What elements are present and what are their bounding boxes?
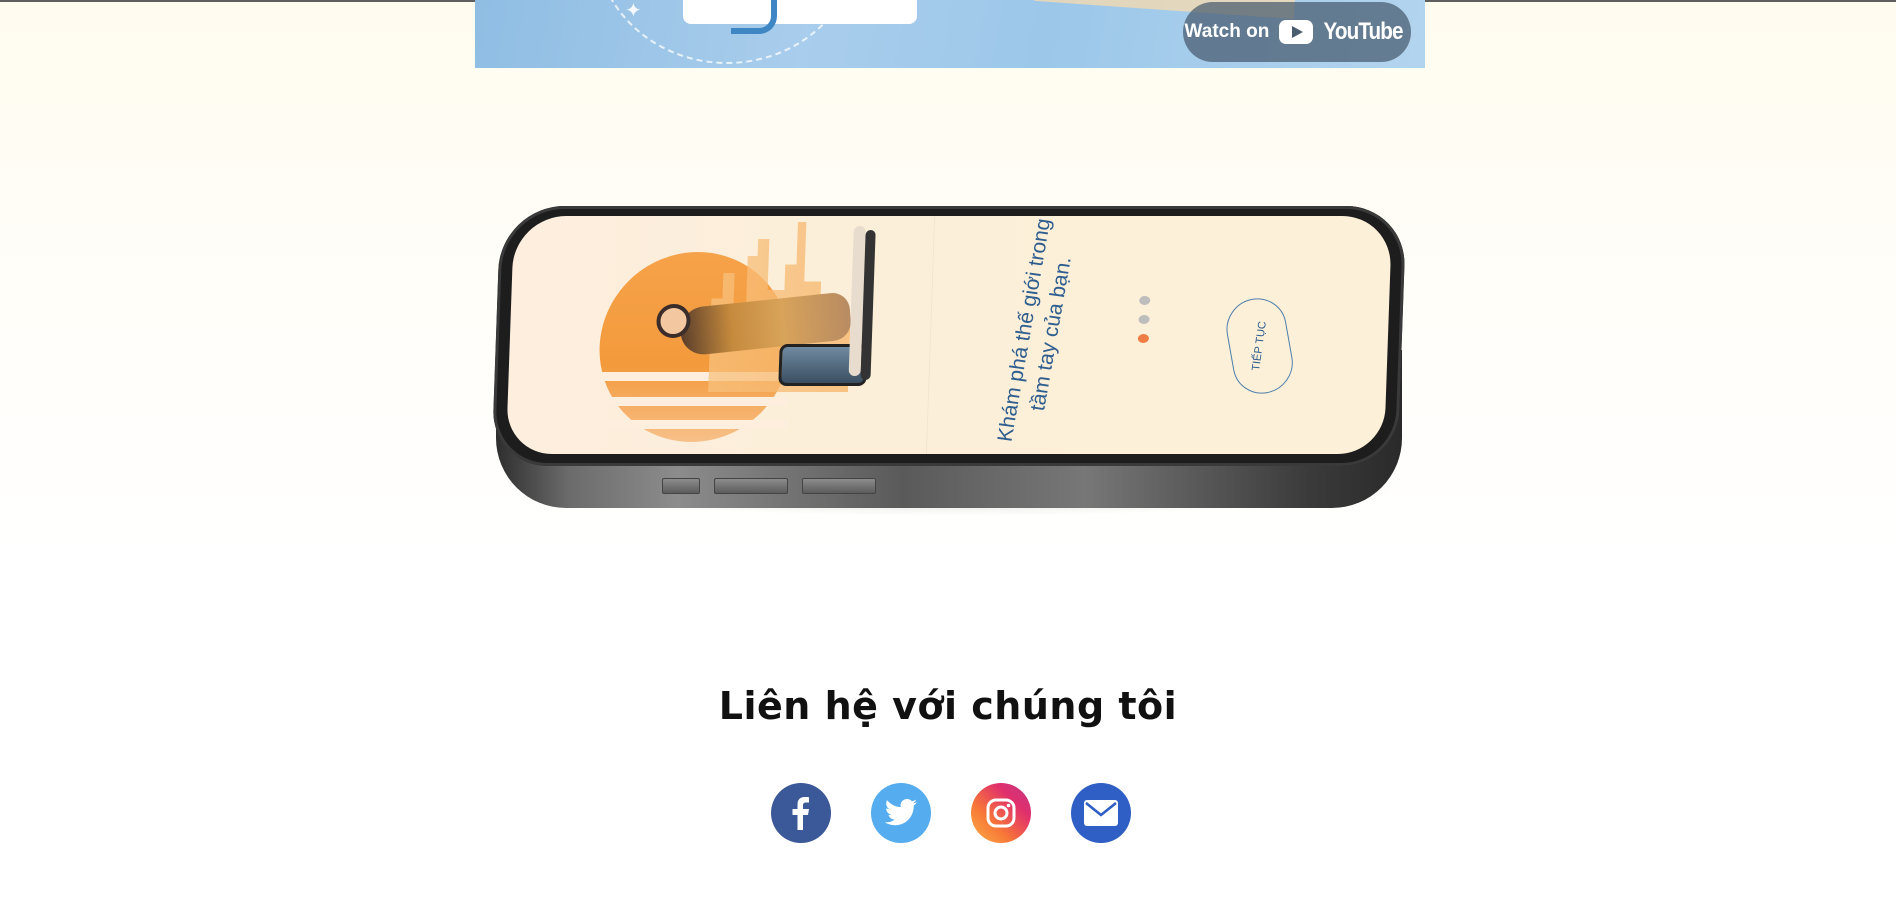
traveler-illustration	[576, 216, 876, 454]
sparkle-icon: ✦	[625, 0, 642, 22]
phone-screen: Khám phá thế giới trong tầm tay của bạn.…	[505, 216, 1393, 454]
social-links	[771, 783, 1131, 843]
instagram-icon	[986, 798, 1016, 828]
phone-side-button	[714, 478, 788, 494]
pager-dot[interactable]	[1139, 296, 1151, 305]
phone-side-buttons	[662, 478, 876, 494]
facebook-icon	[792, 797, 809, 830]
pager-dot-active[interactable]	[1137, 334, 1150, 343]
phone-mockup: Khám phá thế giới trong tầm tay của bạn.…	[491, 200, 1416, 520]
phone-side-button	[802, 478, 876, 494]
phone-body: Khám phá thế giới trong tầm tay của bạn.…	[491, 206, 1407, 466]
video-logo-fragment	[731, 0, 777, 34]
twitter-icon	[884, 799, 917, 826]
video-thumbnail-card	[683, 0, 917, 34]
email-icon	[1084, 800, 1118, 826]
youtube-wordmark: YouTube	[1323, 18, 1404, 45]
watch-on-label: Watch on	[1184, 21, 1270, 42]
youtube-logo: YouTube	[1279, 18, 1409, 46]
pager-dots	[1137, 296, 1151, 343]
screen-divider	[925, 216, 936, 454]
twitter-button[interactable]	[871, 783, 931, 843]
video-embed[interactable]: ✦ Watch on YouTube	[475, 0, 1425, 68]
watch-on-youtube-button[interactable]: Watch on YouTube	[1183, 2, 1411, 62]
phone-side-button	[662, 478, 700, 494]
youtube-play-icon	[1279, 20, 1314, 44]
continue-label: TIẾP TỤC	[1250, 320, 1270, 372]
email-button[interactable]	[1071, 783, 1131, 843]
facebook-button[interactable]	[771, 783, 831, 843]
instagram-button[interactable]	[971, 783, 1031, 843]
continue-button[interactable]: TIẾP TỤC	[1221, 292, 1298, 400]
contact-heading: Liên hệ với chúng tôi	[718, 684, 1178, 728]
pager-dot[interactable]	[1138, 315, 1150, 324]
onboarding-slogan: Khám phá thế giới trong tầm tay của bạn.	[994, 217, 1076, 443]
